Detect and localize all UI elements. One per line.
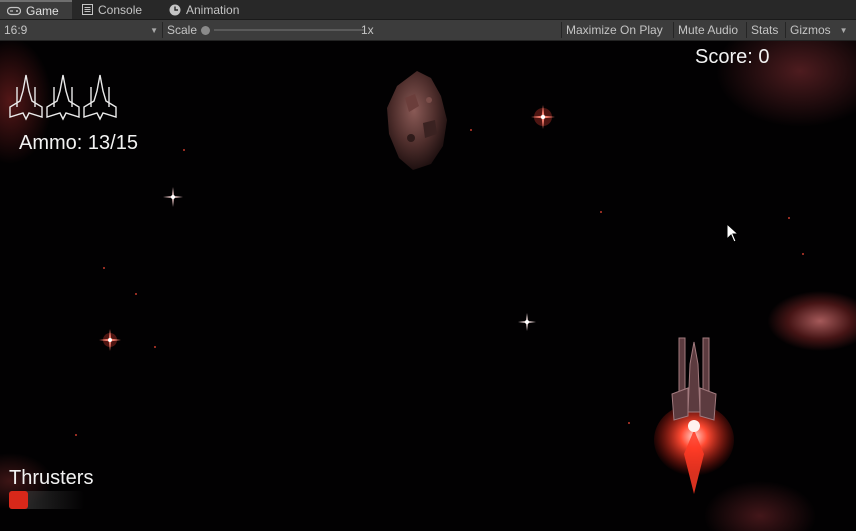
console-icon: [82, 4, 93, 15]
scale-control[interactable]: Scale: [167, 20, 365, 40]
divider: [746, 22, 747, 38]
gamepad-icon: [7, 6, 21, 16]
aspect-value: 16:9: [4, 23, 28, 37]
sparkle-star: [99, 329, 121, 351]
background-star: [103, 267, 105, 269]
background-star: [788, 217, 790, 219]
background-star: [135, 293, 137, 295]
sparkle-star: [531, 105, 555, 129]
clock-icon: [169, 4, 181, 16]
tab-strip: Game Console Animation: [0, 0, 856, 20]
background-star: [75, 434, 77, 436]
thrusters-bar: [9, 491, 84, 509]
thrusters-label: Thrusters: [9, 467, 94, 489]
maximize-on-play-toggle[interactable]: Maximize On Play: [566, 20, 663, 40]
divider: [561, 22, 562, 38]
asteroid: [387, 71, 447, 170]
player-ship: [654, 337, 734, 494]
scale-label: Scale: [167, 23, 198, 37]
mouse-cursor-icon: [726, 223, 738, 243]
thrusters-bar-fill: [9, 491, 28, 509]
mute-audio-toggle[interactable]: Mute Audio: [678, 20, 738, 40]
tab-animation[interactable]: Animation: [169, 0, 239, 19]
background-star: [628, 422, 630, 424]
tab-console[interactable]: Console: [82, 0, 142, 19]
background-star: [154, 346, 156, 348]
sparkle-star: [518, 313, 536, 331]
scale-slider-handle[interactable]: [201, 25, 211, 35]
editor-game-panel: Game Console Animation 16:9 ▼ Scale 1x M…: [0, 0, 856, 531]
sparkle-star: [163, 187, 183, 207]
lives-indicator: [9, 74, 117, 121]
game-view-toolbar: 16:9 ▼ Scale 1x Maximize On Play Mute Au…: [0, 20, 856, 41]
background-star: [470, 129, 472, 131]
divider: [673, 22, 674, 38]
game-view[interactable]: Score: 0 Ammo: 13/15 Thrusters: [0, 41, 856, 531]
tab-label: Console: [98, 2, 143, 17]
divider: [162, 22, 163, 38]
ammo-display: Ammo: 13/15: [19, 132, 138, 154]
divider: [785, 22, 786, 38]
chevron-down-icon: ▼: [150, 25, 158, 35]
chevron-down-icon: ▼: [839, 25, 848, 35]
background-star: [183, 149, 185, 151]
gizmos-dropdown[interactable]: Gizmos ▼: [790, 20, 848, 40]
background-star: [600, 211, 602, 213]
stats-toggle[interactable]: Stats: [751, 20, 778, 40]
scale-value: 1x: [361, 23, 374, 37]
tab-label: Animation: [186, 2, 240, 17]
tab-game[interactable]: Game: [0, 0, 72, 19]
aspect-dropdown[interactable]: 16:9 ▼: [4, 20, 158, 40]
background-star: [802, 253, 804, 255]
gizmos-label: Gizmos: [790, 23, 831, 37]
scale-slider-track[interactable]: [214, 29, 365, 31]
score-display: Score: 0: [695, 46, 770, 68]
tab-label: Game: [26, 3, 59, 18]
